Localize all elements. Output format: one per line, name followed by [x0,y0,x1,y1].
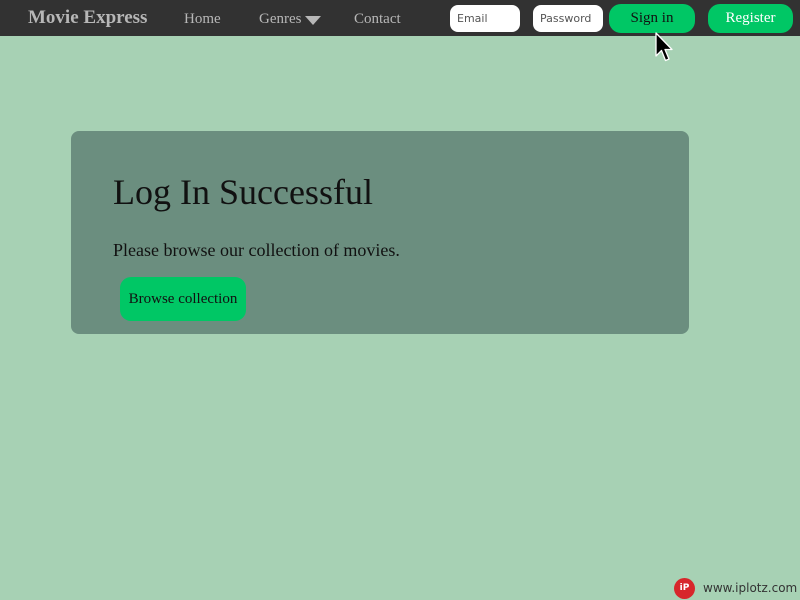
nav-link-genres[interactable]: Genres [259,11,322,28]
nav-link-contact[interactable]: Contact [354,11,401,28]
iplotz-logo-icon: iP [674,577,695,599]
nav-link-genres-label: Genres [259,11,302,27]
mouse-cursor-icon [655,32,673,62]
iplotz-watermark: iP www.iplotz.com [674,577,797,599]
top-navbar: Movie Express Home Genres Contact Sign i… [0,0,800,36]
page-title: Log In Successful [113,172,373,212]
brand-logo[interactable]: Movie Express [28,7,147,29]
sign-in-button[interactable]: Sign in [609,4,695,33]
browse-collection-button[interactable]: Browse collection [120,277,246,321]
nav-link-home[interactable]: Home [184,11,221,28]
success-message: Please browse our collection of movies. [113,240,400,260]
register-button[interactable]: Register [708,4,793,33]
chevron-down-icon [305,16,322,25]
email-field[interactable] [450,5,520,32]
login-success-card: Log In Successful Please browse our coll… [71,131,689,334]
password-field[interactable] [533,5,603,32]
watermark-text: www.iplotz.com [703,581,798,595]
